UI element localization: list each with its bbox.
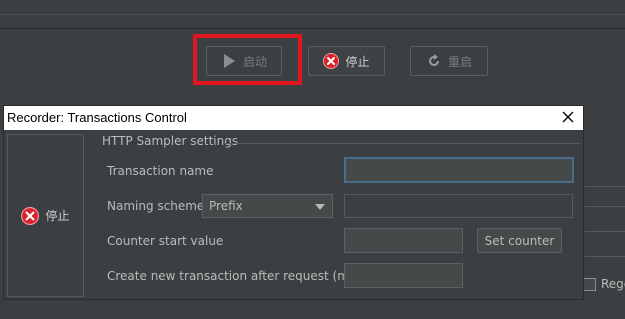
dialog-titlebar[interactable]: Recorder: Transactions Control (4, 106, 583, 130)
stop-button[interactable]: 停止 (308, 46, 385, 76)
chevron-down-icon (315, 204, 325, 210)
restart-icon (428, 54, 439, 66)
regex-checkbox[interactable]: Regex (583, 277, 625, 291)
stop-icon (323, 53, 340, 69)
group-divider (224, 143, 581, 144)
divider (585, 206, 625, 207)
set-counter-button[interactable]: Set counter (477, 228, 562, 253)
divider (585, 231, 625, 232)
stop-button-label: 停止 (345, 54, 370, 69)
restart-button[interactable]: 重启 (410, 46, 488, 76)
transactions-control-dialog: Recorder: Transactions Control 停止 HTTP S… (3, 105, 584, 300)
checkbox-box[interactable] (583, 277, 596, 291)
restart-button-label: 重启 (447, 54, 472, 69)
group-title: HTTP Sampler settings (102, 134, 239, 148)
dialog-stop-button[interactable]: 停止 (7, 134, 84, 297)
dialog-stop-label: 停止 (45, 209, 70, 223)
create-new-transaction-input[interactable] (344, 263, 463, 288)
background-top-bar (0, 0, 625, 29)
naming-scheme-selected: Prefix (209, 199, 243, 213)
naming-scheme-select[interactable]: Prefix (202, 194, 333, 218)
divider (0, 14, 625, 15)
transaction-name-input[interactable] (344, 157, 574, 183)
regex-label: Regex (601, 277, 625, 291)
close-icon[interactable] (559, 108, 577, 126)
divider (585, 256, 625, 257)
highlight-box (193, 34, 302, 85)
counter-start-input[interactable] (344, 228, 463, 253)
naming-scheme-input[interactable] (344, 194, 573, 218)
stop-icon (21, 206, 40, 225)
naming-scheme-label: Naming scheme (107, 199, 205, 213)
create-new-transaction-label: Create new transaction after request (ms… (107, 269, 364, 283)
counter-start-label: Counter start value (107, 234, 224, 248)
dialog-title: Recorder: Transactions Control (7, 110, 187, 125)
transaction-name-label: Transaction name (107, 164, 214, 178)
divider (585, 186, 625, 187)
